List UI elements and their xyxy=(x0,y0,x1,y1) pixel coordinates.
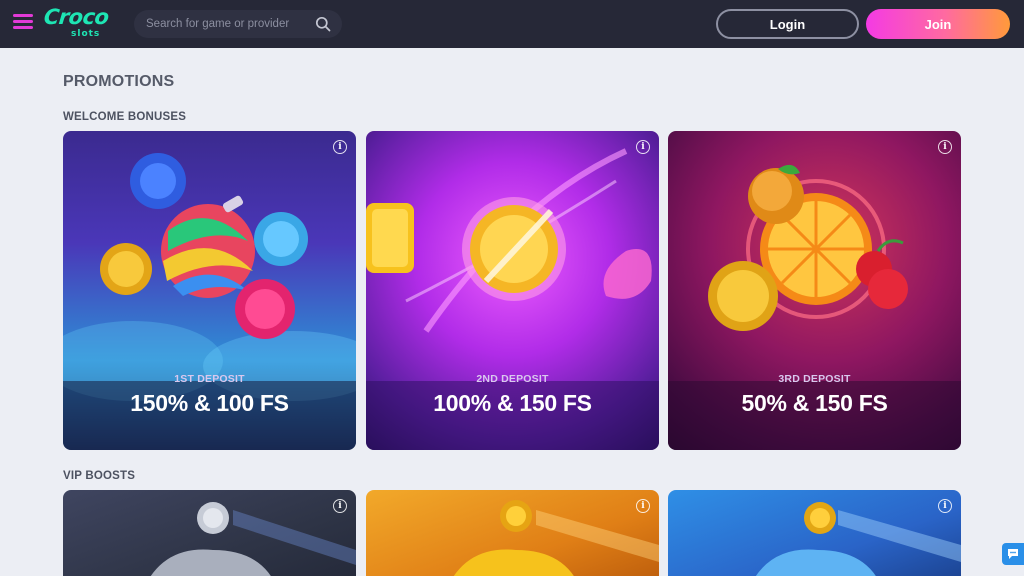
deposit-label: 1ST DEPOSIT xyxy=(174,373,245,385)
vip-boosts-heading: VIP BOOSTS xyxy=(63,470,136,482)
search-icon[interactable] xyxy=(315,16,331,32)
info-icon[interactable]: i xyxy=(938,499,952,513)
info-icon[interactable]: i xyxy=(636,140,650,154)
deposit-label: 3RD DEPOSIT xyxy=(778,373,851,385)
info-icon[interactable]: i xyxy=(333,140,347,154)
deposit-label: 2ND DEPOSIT xyxy=(476,373,549,385)
vip-art-silver-piggy xyxy=(150,502,356,576)
logo-sub: slots xyxy=(71,29,101,39)
info-icon[interactable]: i xyxy=(636,499,650,513)
hamburger-menu-icon[interactable] xyxy=(13,14,33,34)
promo-card-1st-deposit[interactable]: i 1ST DEPOSIT 150% & 100 FS xyxy=(63,131,356,450)
info-icon[interactable]: i xyxy=(333,499,347,513)
vip-art-gold-piggy xyxy=(453,500,659,576)
bonus-value: 150% & 100 FS xyxy=(130,390,289,416)
chat-icon[interactable] xyxy=(1002,543,1024,565)
vip-boost-card-silver[interactable]: i xyxy=(63,490,356,576)
info-icon[interactable]: i xyxy=(938,140,952,154)
join-button[interactable]: Join xyxy=(866,9,1010,39)
promo-card-2nd-deposit[interactable]: i 2ND DEPOSIT 100% & 150 FS xyxy=(366,131,659,450)
vip-boost-card-blue[interactable]: i xyxy=(668,490,961,576)
bonus-value: 50% & 150 FS xyxy=(741,390,888,416)
search-box xyxy=(134,10,342,38)
welcome-bonuses-heading: WELCOME BONUSES xyxy=(63,111,187,123)
top-header: Croco slots Login Join xyxy=(0,0,1024,48)
login-button[interactable]: Login xyxy=(716,9,859,39)
vip-art-blue-piggy xyxy=(755,502,961,576)
croco-slots-logo[interactable]: Croco slots xyxy=(42,5,124,43)
vip-boost-card-gold[interactable]: i xyxy=(366,490,659,576)
logo-word: Croco xyxy=(42,5,110,29)
bonus-value: 100% & 150 FS xyxy=(433,390,592,416)
page-title: PROMOTIONS xyxy=(63,73,175,90)
promo-card-3rd-deposit[interactable]: i 3RD DEPOSIT 50% & 150 FS xyxy=(668,131,961,450)
search-input[interactable] xyxy=(146,10,306,38)
